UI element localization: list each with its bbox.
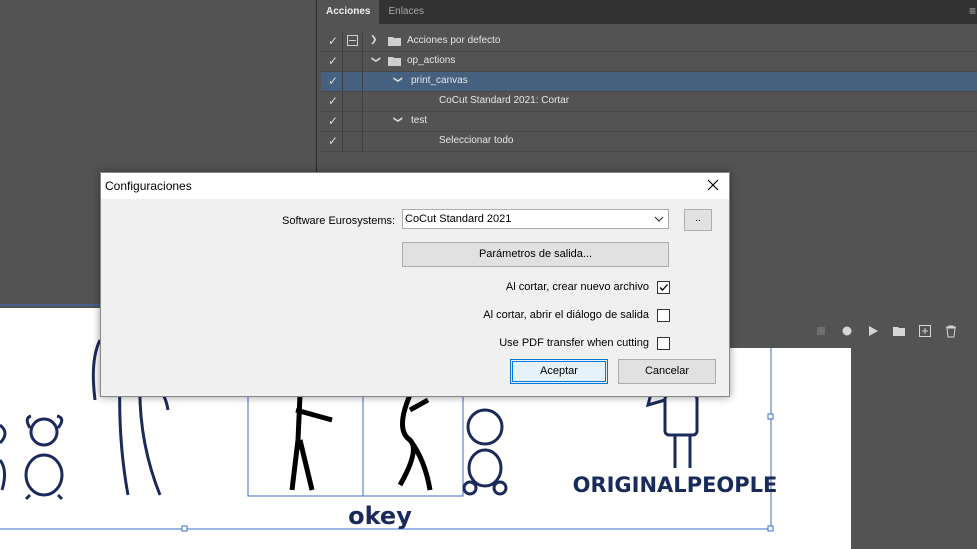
folder-icon bbox=[388, 57, 401, 66]
checkmark-icon bbox=[659, 284, 668, 291]
checkmark-icon[interactable]: ✓ bbox=[328, 54, 342, 68]
cancel-button[interactable]: Cancelar bbox=[618, 359, 716, 384]
action-set-row[interactable]: ✓ ❯ Acciones por defecto bbox=[321, 32, 977, 52]
dialog-title: Configuraciones bbox=[105, 179, 192, 193]
baby-figure bbox=[462, 408, 508, 496]
new-action-icon[interactable] bbox=[918, 324, 932, 338]
delete-icon[interactable] bbox=[944, 324, 958, 338]
action-step-label: Seleccionar todo bbox=[439, 135, 514, 146]
chevron-down-icon[interactable]: ❯ bbox=[392, 76, 403, 84]
action-step-label: CoCut Standard 2021: Cortar bbox=[439, 95, 570, 106]
checkmark-icon[interactable]: ✓ bbox=[328, 94, 342, 108]
record-icon[interactable] bbox=[840, 324, 854, 338]
action-row-selected[interactable]: ✓ ❯ print_canvas bbox=[321, 72, 977, 92]
checkmark-icon[interactable]: ✓ bbox=[328, 114, 342, 128]
option-label: Al cortar, crear nuevo archivo bbox=[505, 281, 649, 293]
brand-text: ORIGINALPEOPLE bbox=[573, 473, 778, 497]
action-step-row[interactable]: ✓ CoCut Standard 2021: Cortar bbox=[321, 92, 977, 112]
action-label: Acciones por defecto bbox=[407, 35, 501, 46]
option-label: Use PDF transfer when cutting bbox=[499, 337, 649, 349]
selection-handle[interactable] bbox=[767, 413, 774, 420]
action-step-row[interactable]: ✓ Seleccionar todo bbox=[321, 132, 977, 152]
selection-handle[interactable] bbox=[767, 525, 774, 532]
option-label: Al cortar, abrir el diálogo de salida bbox=[483, 309, 649, 321]
person-figure bbox=[645, 389, 699, 468]
checkmark-icon[interactable]: ✓ bbox=[328, 34, 342, 48]
chevron-down-icon[interactable]: ❯ bbox=[370, 56, 381, 64]
pdf-transfer-checkbox[interactable] bbox=[657, 337, 670, 350]
software-select-value: CoCut Standard 2021 bbox=[405, 213, 512, 225]
create-new-file-checkbox[interactable] bbox=[657, 281, 670, 294]
okey-text: okey bbox=[348, 502, 412, 530]
software-label: Software Eurosystems: bbox=[282, 215, 396, 227]
stop-icon[interactable] bbox=[814, 324, 828, 338]
folder-icon bbox=[388, 37, 401, 46]
action-set-row[interactable]: ✓ ❯ op_actions bbox=[321, 52, 977, 72]
partial-figure bbox=[0, 423, 7, 491]
action-label: op_actions bbox=[407, 55, 456, 66]
action-row[interactable]: ✓ ❯ test bbox=[321, 112, 977, 132]
dialog-toggle-icon[interactable] bbox=[347, 35, 358, 46]
selection-handle[interactable] bbox=[181, 525, 188, 532]
checkmark-icon[interactable]: ✓ bbox=[328, 74, 342, 88]
close-icon[interactable] bbox=[705, 177, 721, 193]
action-label: test bbox=[411, 115, 428, 126]
chevron-right-icon[interactable]: ❯ bbox=[370, 34, 378, 45]
browse-button[interactable]: .. bbox=[684, 209, 712, 231]
chevron-down-icon bbox=[654, 216, 664, 222]
tab-acciones[interactable]: Acciones bbox=[317, 0, 380, 24]
ok-button-label: Aceptar bbox=[540, 365, 578, 377]
panel-tabs: Acciones Enlaces ≡ bbox=[317, 0, 977, 24]
ok-button[interactable]: Aceptar bbox=[510, 359, 608, 384]
action-label: print_canvas bbox=[411, 75, 468, 86]
software-select[interactable]: CoCut Standard 2021 bbox=[402, 209, 669, 229]
actions-list: ✓ ❯ Acciones por defecto ✓ ❯ op_actions … bbox=[321, 32, 977, 152]
play-icon[interactable] bbox=[866, 324, 880, 338]
chevron-down-icon[interactable]: ❯ bbox=[392, 116, 403, 124]
open-output-dialog-checkbox[interactable] bbox=[657, 309, 670, 322]
tab-enlaces[interactable]: Enlaces bbox=[379, 0, 433, 24]
hamburger-menu-icon[interactable]: ≡ bbox=[969, 5, 976, 17]
grouped-figures bbox=[247, 387, 464, 497]
dog-figure bbox=[24, 414, 64, 501]
new-set-icon[interactable] bbox=[892, 324, 906, 338]
configuraciones-dialog: Configuraciones Software Eurosystems: Co… bbox=[100, 172, 730, 397]
dialog-titlebar[interactable]: Configuraciones bbox=[101, 173, 729, 199]
output-params-button[interactable]: Parámetros de salida... bbox=[402, 242, 669, 267]
pasteboard bbox=[851, 348, 977, 549]
checkmark-icon[interactable]: ✓ bbox=[328, 134, 342, 148]
